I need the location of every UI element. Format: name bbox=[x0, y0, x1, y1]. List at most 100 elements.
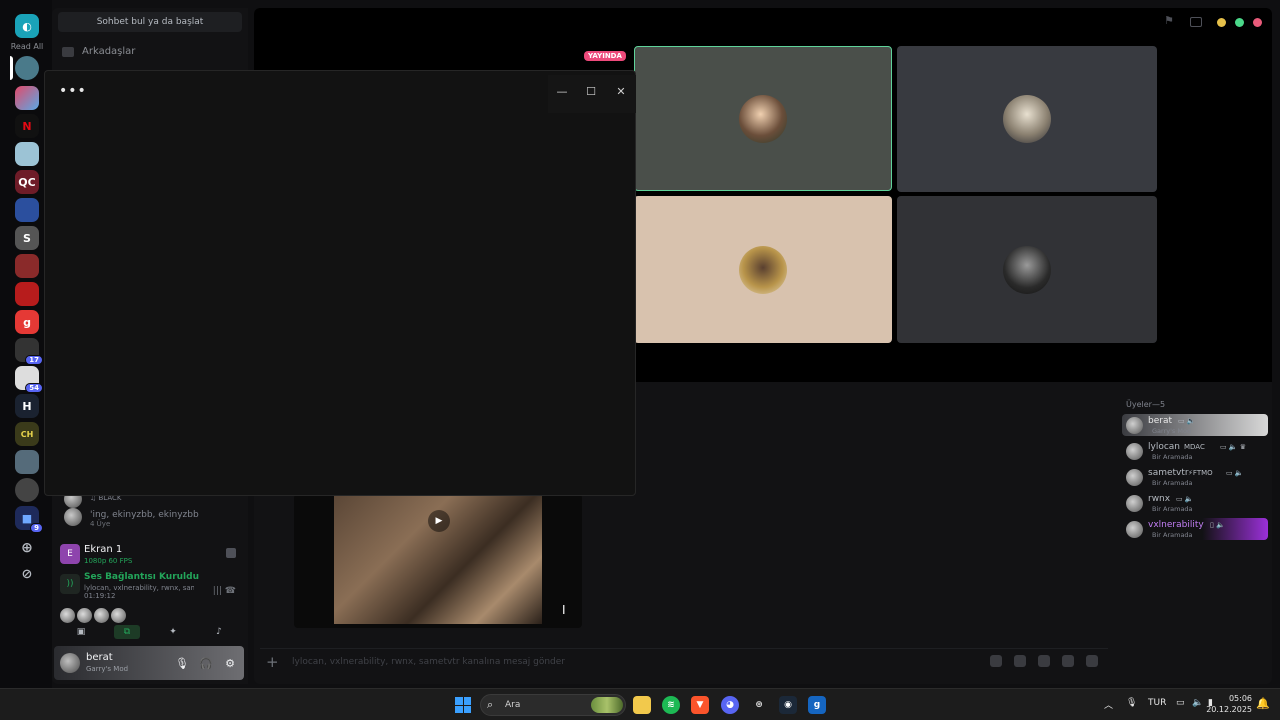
language-indicator[interactable]: TUR bbox=[1148, 698, 1166, 708]
member-tag: ⚡FTMO bbox=[1188, 469, 1213, 477]
apps-icon[interactable] bbox=[1086, 655, 1098, 667]
voice-action-row: ▣ ⧉ ✦ ♪ bbox=[58, 624, 242, 640]
home-button[interactable]: ◐ bbox=[15, 14, 39, 38]
noise-suppression-icon[interactable]: ||| bbox=[213, 586, 222, 596]
members-panel: Üyeler—5 berat ▭ 🔈 Garry's Mod lylocan M… bbox=[1116, 392, 1268, 682]
chatgpt-icon[interactable]: ⊛ bbox=[750, 696, 768, 714]
server-icon-active[interactable] bbox=[15, 56, 39, 80]
member-item-lylocan[interactable]: lylocan MDAC ▭ 🔈 ♛ Bir Aramada bbox=[1122, 440, 1268, 462]
member-icons: ▭ 🔈 bbox=[1176, 495, 1194, 503]
windows-start-icon[interactable] bbox=[455, 697, 471, 713]
spotify-icon[interactable]: ≋ bbox=[662, 696, 680, 714]
find-conversation-button[interactable]: Sohbet bul ya da başlat bbox=[58, 12, 242, 32]
flag-icon[interactable]: ⚑ bbox=[1164, 14, 1176, 27]
close-icon[interactable]: ✕ bbox=[614, 85, 628, 98]
play-icon[interactable]: ▶ bbox=[428, 510, 450, 532]
server-icon-11[interactable]: 54 bbox=[15, 366, 43, 393]
soundboard-icon[interactable]: ♪ bbox=[206, 625, 232, 639]
activities-icon[interactable]: ✦ bbox=[160, 625, 186, 639]
discord-app: ◐ Read All N QC S g 17 54 H CH ■ 9 ⊕ ⊘ S… bbox=[0, 0, 1280, 688]
server-icon-7[interactable] bbox=[15, 254, 39, 278]
explore-icon[interactable]: ⊘ bbox=[15, 562, 39, 586]
participant-tile-2[interactable] bbox=[897, 46, 1157, 192]
server-icon-10[interactable]: 17 bbox=[15, 338, 43, 365]
popout-icon[interactable] bbox=[1190, 17, 1202, 27]
group-dm-item[interactable]: 'ing, ekinyzbb, ekinyzbb 4 Üye bbox=[90, 510, 199, 528]
server-icon-9[interactable]: g bbox=[15, 310, 39, 334]
window-dot-green[interactable] bbox=[1235, 18, 1244, 27]
sticker-icon[interactable] bbox=[1038, 655, 1050, 667]
avatar bbox=[739, 94, 787, 143]
server-icon-5[interactable] bbox=[15, 198, 39, 222]
plus-icon[interactable]: + bbox=[266, 653, 279, 671]
camera-icon[interactable]: ▣ bbox=[68, 625, 94, 639]
member-item-rwnx[interactable]: rwnx ▭ 🔈 Bir Aramada bbox=[1122, 492, 1268, 514]
stop-stream-icon[interactable] bbox=[226, 548, 236, 558]
voice-status[interactable]: Ses Bağlantısı Kuruldu bbox=[84, 572, 199, 582]
microphone-tray-icon[interactable]: 🎙 bbox=[1126, 698, 1137, 708]
server-icon-2[interactable]: N bbox=[15, 114, 39, 138]
participant-tile-1[interactable] bbox=[634, 46, 892, 191]
stream-quality: 1080p 60 FPS bbox=[84, 557, 133, 565]
gear-icon[interactable]: ⚙ bbox=[222, 655, 238, 671]
avatar[interactable] bbox=[60, 653, 80, 673]
file-explorer-icon[interactable] bbox=[633, 696, 651, 714]
notification-bell-icon[interactable]: 🔔 bbox=[1256, 697, 1270, 710]
avatar bbox=[1003, 245, 1051, 294]
maximize-icon[interactable]: ☐ bbox=[584, 85, 598, 98]
headphones-icon[interactable]: 🎧 bbox=[198, 655, 214, 671]
brave-icon[interactable]: ▼ bbox=[691, 696, 709, 714]
server-icon-14[interactable] bbox=[15, 450, 39, 474]
read-all-label[interactable]: Read All bbox=[8, 42, 46, 51]
minimize-icon[interactable]: — bbox=[555, 85, 569, 98]
gift-icon[interactable] bbox=[990, 655, 1002, 667]
member-activity: Bir Aramada bbox=[1152, 531, 1193, 539]
server-icon-3[interactable] bbox=[15, 142, 39, 166]
chevron-up-icon[interactable]: ︿ bbox=[1104, 698, 1113, 711]
member-activity: Garry's Mod bbox=[1152, 427, 1192, 435]
more-options-icon[interactable]: ••• bbox=[59, 83, 87, 99]
garrys-mod-icon[interactable]: g bbox=[808, 696, 826, 714]
member-item-berat[interactable]: berat ▭ 🔈 Garry's Mod bbox=[1122, 414, 1268, 436]
server-icon-6[interactable]: S bbox=[15, 226, 39, 250]
member-tag: MDAC bbox=[1184, 443, 1205, 451]
windows-taskbar: ⌕ Ara ≋ ▼ ◕ ⊛ ◉ g ︿ 🎙 TUR ▭ 🔈 ▮ 05:06 20… bbox=[0, 688, 1280, 720]
avatar bbox=[1126, 417, 1143, 434]
avatar bbox=[60, 608, 75, 623]
friends-icon bbox=[62, 46, 74, 57]
voice-timer: 01:19:12 bbox=[84, 592, 116, 600]
server-icon-1[interactable] bbox=[15, 86, 39, 110]
friends-item[interactable]: Arkadaşlar bbox=[62, 46, 135, 57]
member-item-vxlnerability[interactable]: vxlnerability ▯ 🔈 Bir Aramada bbox=[1122, 518, 1268, 540]
server-icon-12[interactable]: H bbox=[15, 394, 39, 418]
window-dot-red[interactable] bbox=[1253, 18, 1262, 27]
selected-pill bbox=[10, 56, 13, 80]
participant-tile-3[interactable] bbox=[634, 196, 892, 343]
taskbar-clock[interactable]: 05:06 20.12.2025 bbox=[1206, 693, 1252, 715]
disconnect-icon[interactable]: ☎ bbox=[225, 586, 236, 596]
member-item-sametvtr[interactable]: sametvtr ⚡FTMO ▭ 🔈 Bir Aramada bbox=[1122, 466, 1268, 488]
server-icon-4[interactable]: QC bbox=[15, 170, 39, 194]
window-dot-yellow[interactable] bbox=[1217, 18, 1226, 27]
server-icon-8[interactable] bbox=[15, 282, 39, 306]
taskbar-search[interactable]: ⌕ Ara bbox=[480, 694, 626, 716]
add-server-icon[interactable]: ⊕ bbox=[15, 536, 39, 560]
discord-icon[interactable]: ◕ bbox=[721, 696, 739, 714]
message-input[interactable]: lylocan, vxlnerability, rwnx, sametvtr k… bbox=[292, 657, 565, 667]
member-icons: ▭ 🔈 bbox=[1226, 469, 1244, 477]
username[interactable]: berat bbox=[86, 652, 113, 663]
composer-icons bbox=[990, 655, 1098, 667]
emoji-icon[interactable] bbox=[1062, 655, 1074, 667]
avatar bbox=[1003, 95, 1051, 143]
steam-icon[interactable]: ◉ bbox=[779, 696, 797, 714]
server-icon-13[interactable]: CH bbox=[15, 422, 39, 446]
microphone-icon[interactable]: 🎙 bbox=[174, 655, 190, 671]
participant-tile-4[interactable] bbox=[897, 196, 1157, 343]
server-icon-15[interactable] bbox=[15, 478, 39, 502]
screen-share-button[interactable]: ⧉ bbox=[114, 625, 140, 639]
network-icon[interactable]: ▭ bbox=[1176, 698, 1185, 708]
volume-icon[interactable]: 🔈 bbox=[1192, 698, 1203, 708]
server-folder-icon[interactable]: ■ 9 bbox=[15, 506, 43, 533]
video-attachment[interactable]: ▶ bbox=[294, 494, 582, 628]
gif-icon[interactable] bbox=[1014, 655, 1026, 667]
